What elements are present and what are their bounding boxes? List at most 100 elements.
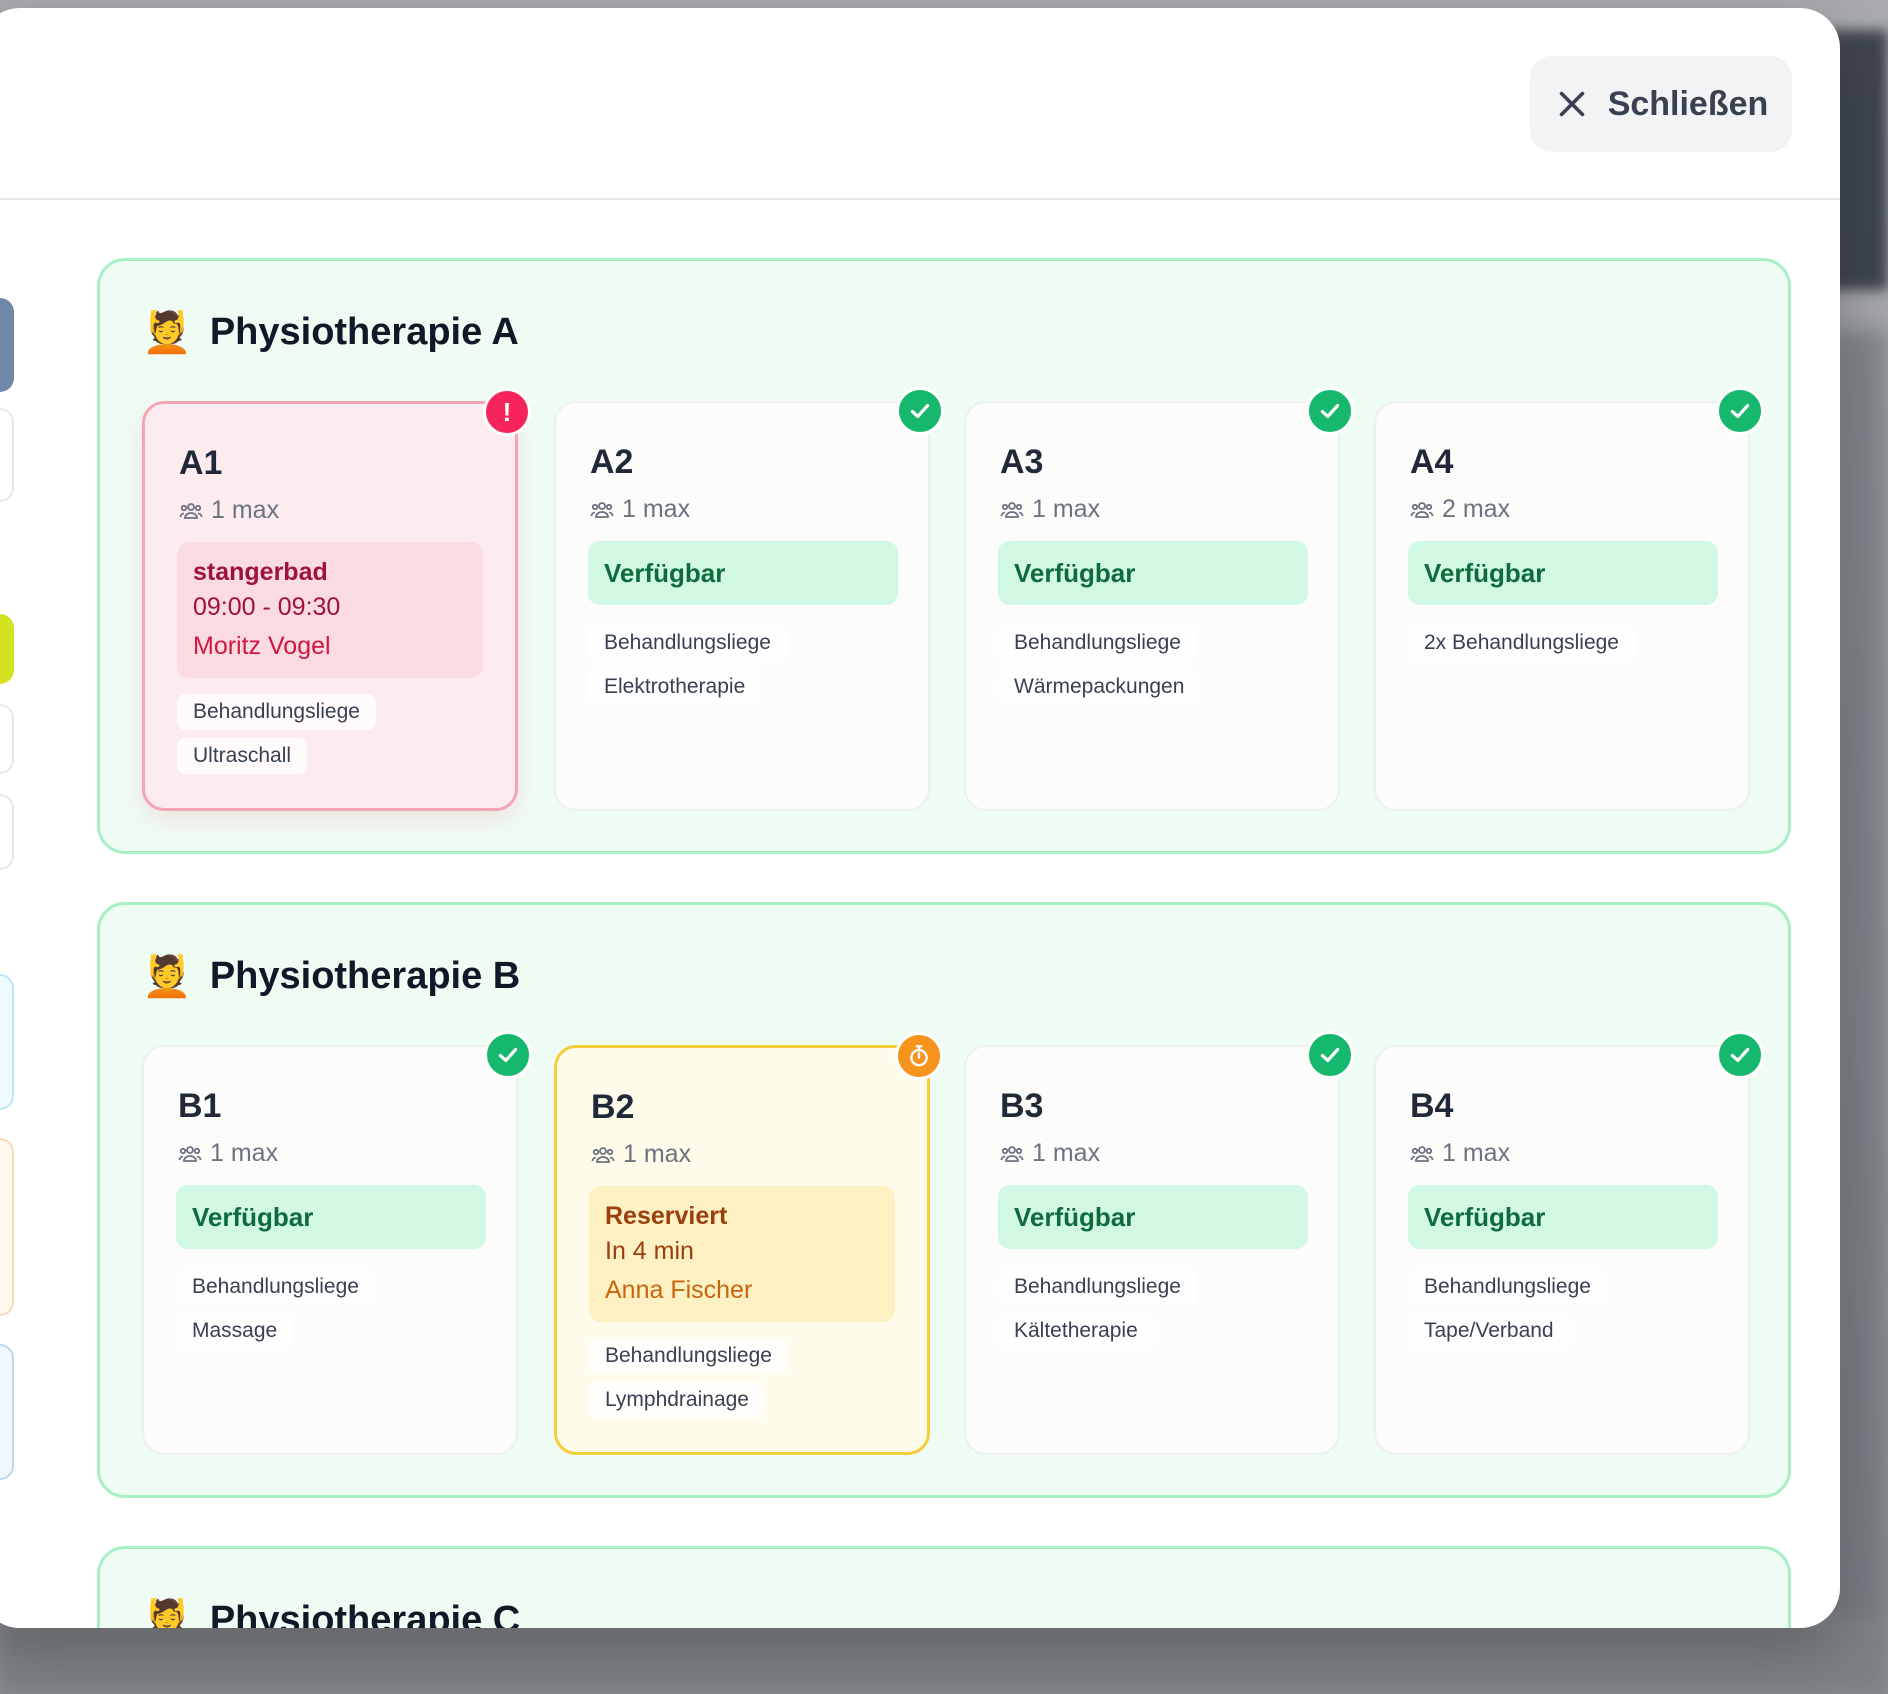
equipment-list: Behandlungsliege Lymphdrainage (589, 1338, 788, 1418)
equipment-tag: Elektrotherapie (588, 669, 762, 705)
people-icon (1410, 501, 1434, 518)
equipment-tag: Kältetherapie (998, 1313, 1154, 1349)
booking-info[interactable]: stangerbad 09:00 - 09:30 Moritz Vogel (177, 542, 483, 678)
person-massage-icon: 💆 (142, 310, 192, 355)
equipment-list: Behandlungsliege Tape/Verband (1408, 1269, 1607, 1349)
equipment-list: Behandlungsliege Kältetherapie (998, 1269, 1197, 1349)
group-title: Physiotherapie C (209, 1599, 521, 1628)
status-badge: Verfügbar (588, 541, 898, 605)
room-card-a3[interactable]: A3 1 max Verfügbar Behandlungsliege Wärm… (964, 387, 1354, 811)
room-card-b2[interactable]: B2 1 max Reserviert In 4 min Anna Fische… (554, 1032, 943, 1455)
booking-time: 09:00 - 09:30 (193, 593, 341, 621)
room-capacity: 1 max (178, 1139, 278, 1168)
person-massage-icon: 💆 (142, 1598, 192, 1629)
room-groups-list[interactable]: 💆 Physiotherapie A ! A1 1 max stangerbad… (0, 202, 1840, 1628)
room-name: B1 (178, 1087, 222, 1125)
check-icon (1716, 1031, 1764, 1079)
room-capacity: 1 max (591, 1140, 691, 1169)
alert-icon: ! (483, 388, 531, 436)
room-overview-modal: Schließen 💆 Physiotherapie A ! A1 1 max (0, 8, 1840, 1628)
booking-patient: Anna Fischer (605, 1276, 753, 1304)
backdrop-panel (0, 1624, 1888, 1694)
equipment-tag: Behandlungsliege (998, 625, 1197, 661)
people-icon (178, 1145, 202, 1162)
capacity-text: 1 max (210, 1139, 279, 1167)
equipment-tag: 2x Behandlungsliege (1408, 625, 1635, 661)
status-badge: Verfügbar (176, 1185, 486, 1249)
capacity-text: 1 max (623, 1140, 692, 1168)
people-icon (179, 502, 203, 519)
equipment-tag: Behandlungsliege (588, 625, 787, 661)
people-icon (1410, 1145, 1434, 1162)
status-badge: Verfügbar (1408, 541, 1718, 605)
booking-info[interactable]: Reserviert In 4 min Anna Fischer (589, 1186, 895, 1322)
room-card-b3[interactable]: B3 1 max Verfügbar Behandlungsliege Kält… (964, 1031, 1354, 1455)
status-badge: Verfügbar (998, 541, 1308, 605)
room-group: 💆 Physiotherapie A ! A1 1 max stangerbad… (97, 258, 1791, 854)
room-capacity: 1 max (179, 496, 279, 525)
booking-title: stangerbad (193, 558, 328, 586)
room-capacity: 2 max (1410, 495, 1510, 524)
group-title: Physiotherapie A (209, 311, 519, 353)
room-name: B3 (1000, 1087, 1044, 1125)
group-header: 💆 Physiotherapie C (142, 1599, 520, 1628)
close-button-label: Schließen (1607, 84, 1769, 123)
group-header: 💆 Physiotherapie A (142, 311, 519, 354)
room-name: A3 (1000, 443, 1044, 481)
capacity-text: 1 max (1032, 495, 1101, 523)
group-header: 💆 Physiotherapie B (142, 955, 520, 998)
equipment-tag: Behandlungsliege (177, 694, 376, 730)
room-name: B2 (591, 1088, 635, 1126)
equipment-tag: Lymphdrainage (589, 1382, 765, 1418)
equipment-tag: Behandlungsliege (589, 1338, 788, 1374)
check-icon (1306, 1031, 1354, 1079)
people-icon (590, 501, 614, 518)
check-icon (1306, 387, 1354, 435)
equipment-list: 2x Behandlungsliege (1408, 625, 1635, 661)
capacity-text: 1 max (1442, 1139, 1511, 1167)
room-group: 💆 Physiotherapie B B1 1 max Verfügbar Be… (97, 902, 1791, 1498)
equipment-list: Behandlungsliege Massage (176, 1269, 375, 1349)
equipment-list: Behandlungsliege Ultraschall (177, 694, 376, 774)
modal-header: Schließen (0, 8, 1840, 200)
room-card-b1[interactable]: B1 1 max Verfügbar Behandlungsliege Mass… (142, 1031, 532, 1455)
equipment-tag: Tape/Verband (1408, 1313, 1570, 1349)
equipment-tag: Behandlungsliege (998, 1269, 1197, 1305)
room-name: B4 (1410, 1087, 1454, 1125)
capacity-text: 1 max (1032, 1139, 1101, 1167)
capacity-text: 2 max (1442, 495, 1511, 523)
stopwatch-icon (895, 1032, 943, 1080)
people-icon (591, 1146, 615, 1163)
equipment-tag: Wärmepackungen (998, 669, 1201, 705)
check-icon (484, 1031, 532, 1079)
room-capacity: 1 max (590, 495, 690, 524)
room-name: A1 (179, 444, 223, 482)
equipment-list: Behandlungsliege Wärmepackungen (998, 625, 1201, 705)
capacity-text: 1 max (622, 495, 691, 523)
room-card-a2[interactable]: A2 1 max Verfügbar Behandlungsliege Elek… (554, 387, 944, 811)
room-card-a4[interactable]: A4 2 max Verfügbar 2x Behandlungsliege (1374, 387, 1764, 811)
room-capacity: 1 max (1000, 495, 1100, 524)
room-card-a1[interactable]: ! A1 1 max stangerbad 09:00 - 09:30 Mori… (142, 388, 531, 811)
equipment-tag: Behandlungsliege (176, 1269, 375, 1305)
check-icon (896, 387, 944, 435)
check-icon (1716, 387, 1764, 435)
room-group: 💆 Physiotherapie C (97, 1546, 1791, 1628)
room-capacity: 1 max (1000, 1139, 1100, 1168)
people-icon (1000, 1145, 1024, 1162)
people-icon (1000, 501, 1024, 518)
room-card-b4[interactable]: B4 1 max Verfügbar Behandlungsliege Tape… (1374, 1031, 1764, 1455)
booking-time: In 4 min (605, 1237, 694, 1265)
booking-title: Reserviert (605, 1202, 728, 1230)
equipment-tag: Massage (176, 1313, 294, 1349)
equipment-tag: Ultraschall (177, 738, 308, 774)
status-badge: Verfügbar (1408, 1185, 1718, 1249)
room-name: A4 (1410, 443, 1454, 481)
room-name: A2 (590, 443, 634, 481)
booking-patient: Moritz Vogel (193, 632, 331, 660)
room-capacity: 1 max (1410, 1139, 1510, 1168)
close-button[interactable]: Schließen (1530, 56, 1792, 152)
status-badge: Verfügbar (998, 1185, 1308, 1249)
equipment-list: Behandlungsliege Elektrotherapie (588, 625, 787, 705)
close-icon (1559, 91, 1584, 117)
